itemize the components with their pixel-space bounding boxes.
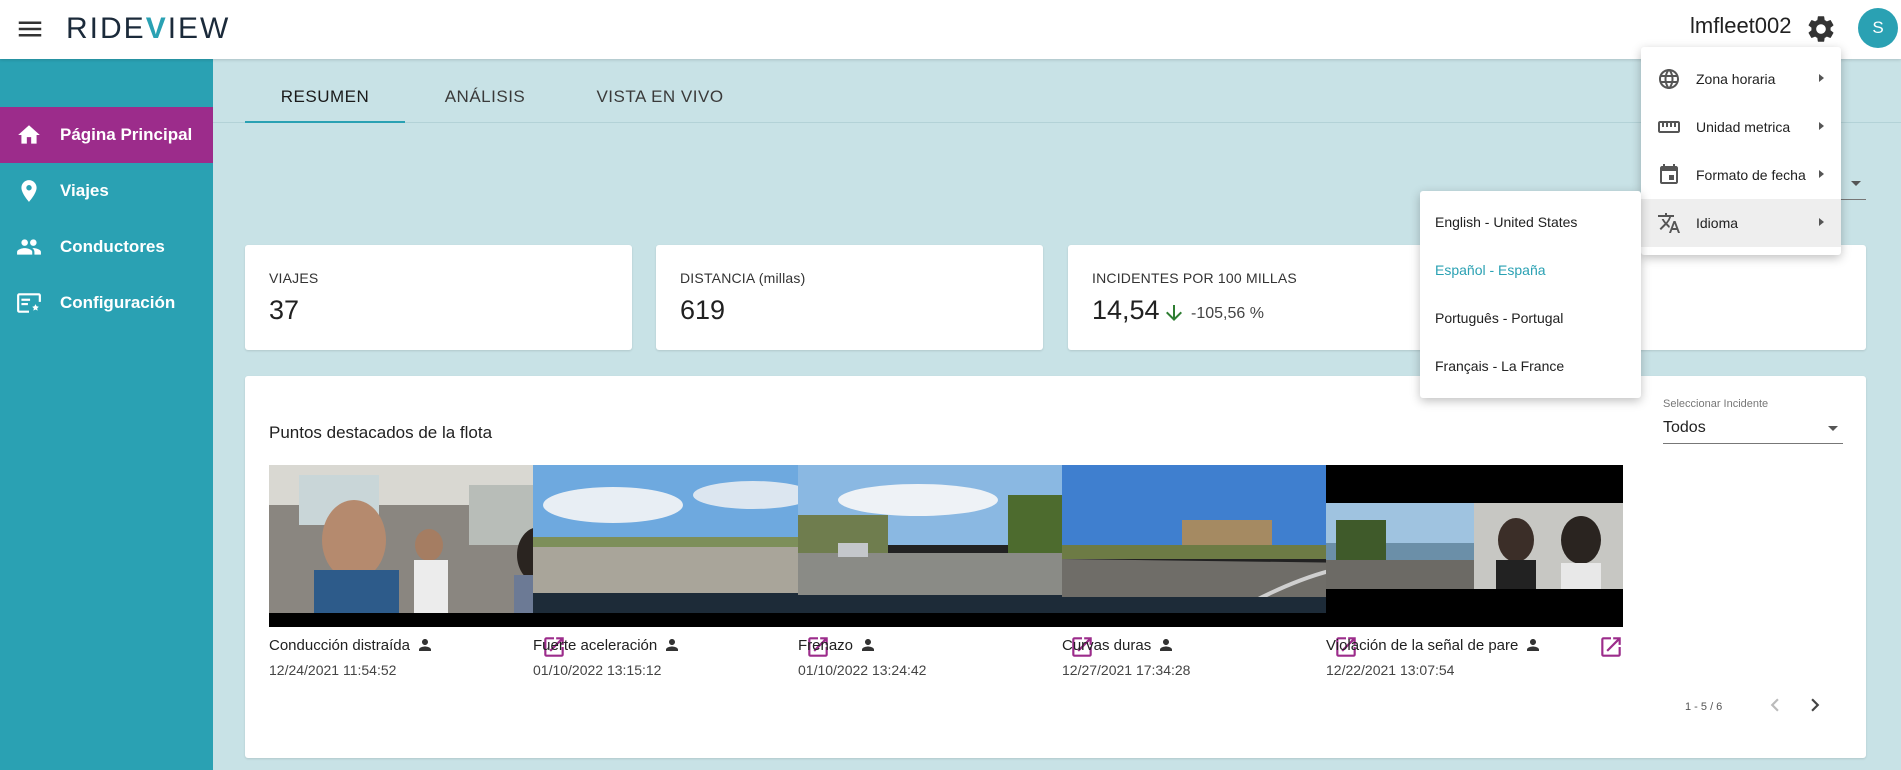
select-underline [1663,443,1843,444]
incident-select[interactable]: Seleccionar Incidente Todos [1663,398,1843,444]
chevron-right-icon [1819,74,1824,82]
dual-camera-image [1326,465,1623,613]
sidebar-item-trips[interactable]: Viajes [0,163,213,219]
clip-label: Frenazo [798,636,877,654]
video-timestamp-bar [269,613,566,627]
stat-title: INCIDENTES POR 100 MILLAS [1092,270,1297,286]
fleet-user-name: lmfleet002 [1690,13,1792,38]
clip-label: Fuerte aceleración [533,636,681,654]
clip-timestamp: 12/22/2021 13:07:54 [1326,662,1455,678]
stat-title: DISTANCIA (millas) [680,270,806,286]
clip-timestamp: 12/27/2021 17:34:28 [1062,662,1191,678]
menu-item-metric-unit[interactable]: Unidad metrica [1641,103,1841,151]
sidebar-item-label: Conductores [60,237,165,256]
fleet-highlights-panel: Puntos destacados de la flota Selecciona… [245,376,1866,758]
home-icon [16,122,42,148]
stat-title: VIAJES [269,270,319,286]
menu-item-time-zone[interactable]: Zona horaria [1641,55,1841,103]
menu-item-label: Zona horaria [1696,71,1776,87]
people-icon [16,234,42,260]
stat-card-trips: VIAJES 37 [245,245,632,350]
video-timestamp-bar [798,613,1095,627]
video-timestamp-bar [533,613,830,627]
rideview-logo[interactable]: RIDE V IEW [66,12,230,46]
sidebar-item-label: Viajes [60,181,109,200]
sidebar-item-drivers[interactable]: Conductores [0,219,213,275]
open-in-new-icon[interactable] [1598,634,1624,660]
tab-summary[interactable]: RESUMEN [245,87,405,107]
chevron-down-icon [1828,426,1838,431]
stat-value: 37 [269,295,300,325]
clip-timestamp: 01/10/2022 13:15:12 [533,662,662,678]
hamburger-menu-icon[interactable] [15,14,45,44]
stat-card-distance: DISTANCIA (millas) 619 [656,245,1043,350]
panel-title: Puntos destacados de la flota [269,423,493,442]
menu-item-label: Formato de fecha [1696,167,1806,183]
ruler-icon [1657,115,1681,139]
menu-item-language[interactable]: Idioma [1641,199,1841,247]
road-camera-image [798,465,1095,613]
clip-timestamp: 12/24/2021 11:54:52 [269,662,397,678]
sidebar-item-home[interactable]: Página Principal [0,107,213,163]
clip-label: Violación de la señal de pare [1326,636,1542,654]
avatar[interactable]: S [1858,8,1898,48]
sidebar-item-label: Configuración [60,293,176,312]
language-submenu: English - United States Español - España… [1420,191,1641,398]
video-thumbnail[interactable] [533,465,830,627]
person-icon [416,636,434,654]
language-option-spanish[interactable]: Español - España [1435,262,1546,278]
menu-item-label: Idioma [1696,215,1739,231]
settings-screen-icon [16,290,42,316]
person-icon [663,636,681,654]
gear-icon[interactable] [1805,13,1837,45]
video-thumbnail[interactable] [1062,465,1359,627]
video-thumbnail[interactable] [269,465,566,627]
calendar-icon [1657,163,1681,187]
settings-menu: Zona horaria Unidad metrica Formato de f… [1641,47,1841,255]
stat-value: 14,54 [1092,295,1160,325]
top-bar: RIDE V IEW lmfleet002 S [0,0,1901,59]
person-icon [859,636,877,654]
translate-icon [1657,211,1681,235]
clip-label: Curvas duras [1062,636,1175,654]
person-icon [1157,636,1175,654]
chevron-down-icon[interactable] [1851,181,1861,186]
sidebar-item-configuration[interactable]: Configuración [0,275,213,331]
clip-label: Conducción distraída [269,636,434,654]
video-thumbnail[interactable] [1326,465,1623,627]
tab-analysis[interactable]: ANÁLISIS [405,87,565,107]
select-value: Todos [1663,419,1706,436]
clip-timestamp: 01/10/2022 13:24:42 [798,662,927,678]
road-camera-image [1062,465,1359,613]
chevron-right-icon [1819,122,1824,130]
road-camera-image [533,465,830,613]
video-timestamp-bar [1326,613,1623,627]
video-timestamp-bar [1062,613,1359,627]
location-pin-icon [16,178,42,204]
menu-item-date-format[interactable]: Formato de fecha [1641,151,1841,199]
stat-trend: -105,56 % [1191,305,1264,322]
video-thumbnail[interactable] [798,465,1095,627]
globe-icon [1657,67,1681,91]
language-option-portuguese[interactable]: Português - Portugal [1435,310,1563,326]
active-tab-indicator [245,121,405,123]
menu-item-label: Unidad metrica [1696,119,1791,135]
sidebar: Página Principal Viajes Conductores Conf… [0,59,213,770]
pagination-range: 1 - 5 / 6 [1685,701,1723,713]
chevron-right-icon [1819,218,1824,226]
language-option-french[interactable]: Français - La France [1435,358,1564,374]
tab-live-view[interactable]: VISTA EN VIVO [565,87,755,107]
stat-value: 619 [680,295,726,325]
language-option-english[interactable]: English - United States [1435,214,1577,230]
chevron-left-icon[interactable] [1762,692,1788,718]
chevron-right-icon[interactable] [1802,692,1828,718]
select-label: Seleccionar Incidente [1663,398,1769,410]
person-icon [1524,636,1542,654]
arrow-down-icon [1162,301,1186,325]
chevron-right-icon [1819,170,1824,178]
cabin-camera-image [269,465,566,613]
sidebar-item-label: Página Principal [60,125,193,144]
